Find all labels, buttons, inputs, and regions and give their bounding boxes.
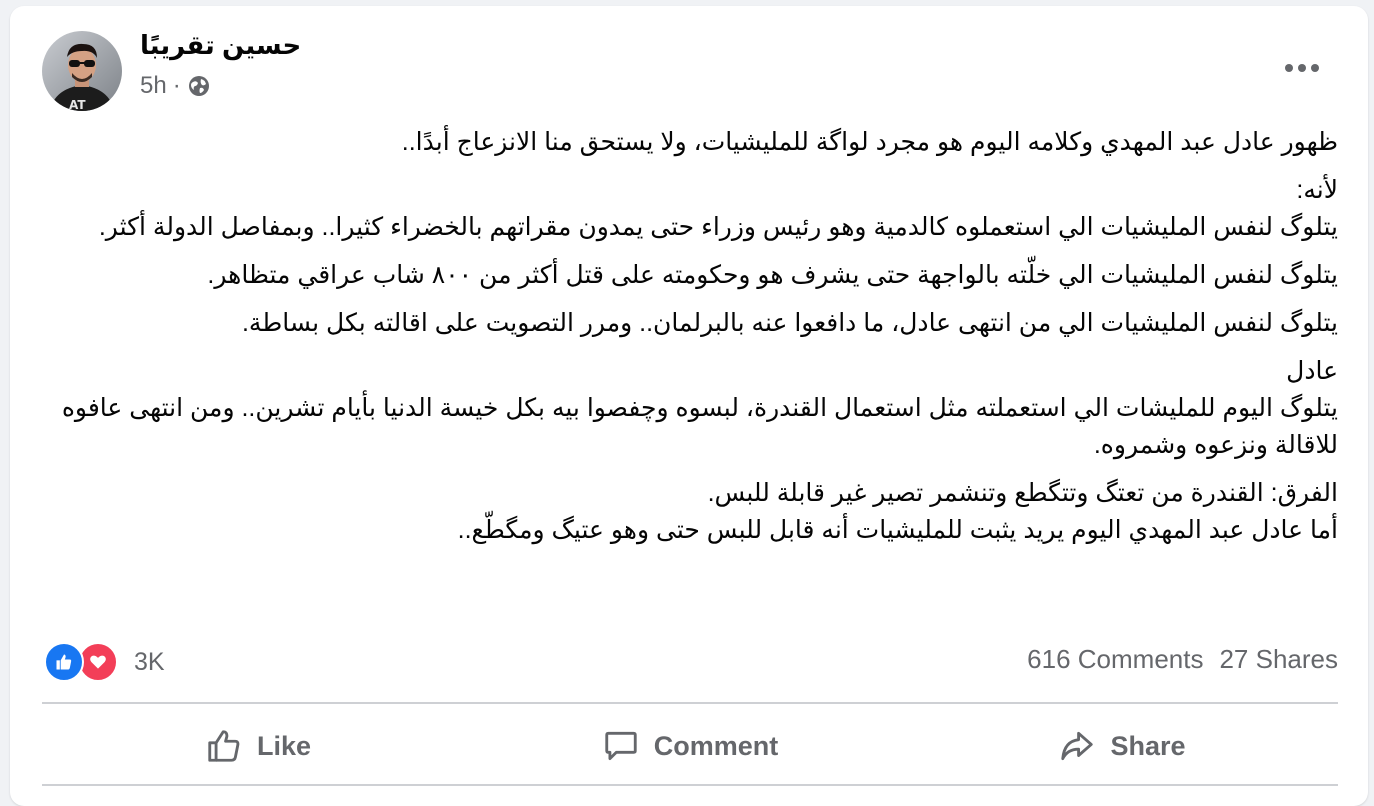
post-text: ظهور عادل عبد المهدي وكلامه اليوم هو مجر… <box>44 124 1338 560</box>
post-stats: 616 Comments 27 Shares <box>1027 644 1338 675</box>
post-line: يتلوگ لنفس المليشيات الي استعملوه كالدمي… <box>98 213 1338 241</box>
like-button[interactable]: Like <box>42 706 474 786</box>
post-time[interactable]: 5h <box>140 72 167 100</box>
post-paragraph: ظهور عادل عبد المهدي وكلامه اليوم هو مجر… <box>44 124 1338 161</box>
post-line: عادل <box>1286 357 1338 385</box>
post-line: لأنه: <box>1296 176 1338 204</box>
love-reaction-icon <box>78 642 118 682</box>
meta-separator: · <box>172 72 181 99</box>
more-options-button[interactable] <box>1276 48 1328 88</box>
post-meta: 5h · <box>140 72 211 100</box>
avatar-photo: AT <box>42 31 122 111</box>
post-paragraph: يتلوگ لنفس المليشيات الي من انتهى عادل، … <box>44 305 1338 342</box>
reactions-summary[interactable]: 3K <box>44 642 165 682</box>
post-line: الفرق: القندرة من تعتگ وتتگطع وتنشمر تصي… <box>707 479 1338 507</box>
share-button[interactable]: Share <box>906 706 1338 786</box>
post-line: يتلوگ اليوم للمليشات الي استعملته مثل اس… <box>61 394 1338 459</box>
comments-count-link[interactable]: 616 Comments <box>1027 644 1203 675</box>
like-reaction-icon <box>44 642 84 682</box>
comment-button[interactable]: Comment <box>474 706 906 786</box>
like-label: Like <box>256 730 312 761</box>
post-line: يتلوگ لنفس المليشيات الي خلّته بالواجهة … <box>207 261 1338 289</box>
post-paragraph: عادل يتلوگ اليوم للمليشات الي استعملته مث… <box>44 353 1338 464</box>
post-paragraph: الفرق: القندرة من تعتگ وتتگطع وتنشمر تصي… <box>44 475 1338 549</box>
comment-label: Comment <box>653 730 779 761</box>
action-bar: Like Comment Share <box>42 706 1338 786</box>
thumbs-up-icon <box>208 730 240 762</box>
svg-text:AT: AT <box>69 98 86 111</box>
shares-count-link[interactable]: 27 Shares <box>1219 644 1338 675</box>
comment-bubble-icon <box>605 731 637 761</box>
divider-bottom <box>42 784 1338 786</box>
post-line: ظهور عادل عبد المهدي وكلامه اليوم هو مجر… <box>401 128 1338 156</box>
post-paragraph: يتلوگ لنفس المليشيات الي خلّته بالواجهة … <box>44 257 1338 294</box>
share-arrow-icon <box>1061 731 1094 761</box>
author-avatar[interactable]: AT <box>42 31 122 111</box>
post-paragraph: لأنه: يتلوگ لنفس المليشيات الي استعملوه ك… <box>44 172 1338 246</box>
post-line: يتلوگ لنفس المليشيات الي من انتهى عادل، … <box>241 309 1338 337</box>
post-line: أما عادل عبد المهدي اليوم يريد يثبت للمل… <box>457 516 1338 544</box>
share-label: Share <box>1110 730 1186 761</box>
reactions-count: 3K <box>134 647 165 676</box>
globe-icon[interactable] <box>187 74 211 98</box>
author-name[interactable]: حسين تقريبًا <box>140 30 301 61</box>
more-options-icon <box>1285 64 1319 72</box>
post-card: AT حسين تقريبًا 5h · ظهور عادل عبد المهد… <box>10 6 1368 806</box>
divider-top <box>42 702 1338 704</box>
